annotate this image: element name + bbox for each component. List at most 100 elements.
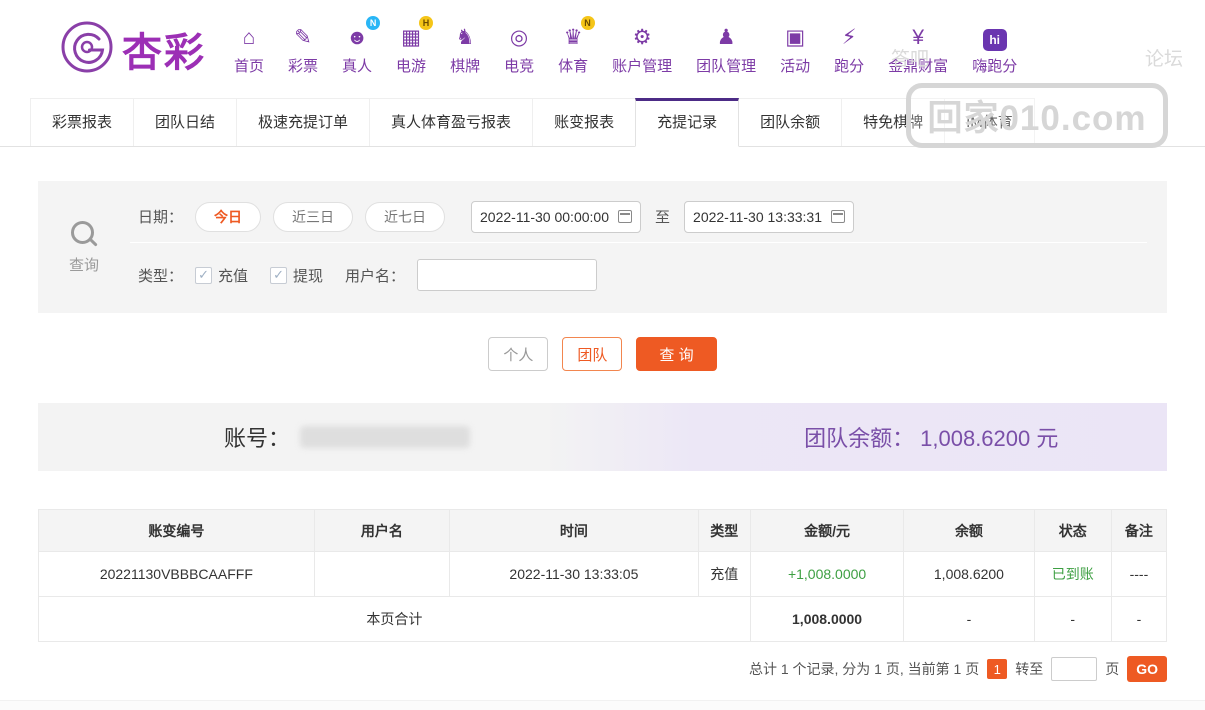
goto-label: 转至 [1015,661,1044,677]
col-change-id: 账变编号 [38,509,315,552]
goto-page-input[interactable] [1051,657,1098,681]
search-icon [70,220,98,248]
col-username: 用户名 [313,509,451,552]
cell-balance: 1,008.6200 [903,551,1035,597]
withdraw-checkbox-label: 提现 [293,267,324,285]
query-label: 查询 [68,256,99,274]
nav-item-esports[interactable]: ◎ 电竞 [492,23,546,76]
nav-item-account-management[interactable]: ⚙ 账户管理 [600,23,684,76]
nav-item-golden-wealth[interactable]: ¥ 金鼎财富 [876,23,960,76]
top-navigation: 杏彩 ⌂ 首页 ✎ 彩票 ☻ N 真人 ▦ H 电游 ♞ 棋牌 ◎ 电竞 ♛ N… [0,0,1205,148]
records-table: 账变编号 用户名 时间 类型 金额/元 余额 状态 备注 20221130VBB… [38,509,1168,642]
total-label-cell: 本页合计 [38,596,751,642]
go-button[interactable]: GO [1127,656,1167,682]
page-unit-label: 页 [1105,661,1120,677]
new-badge: N [366,15,381,30]
paofen-icon: ⚡ [841,25,857,49]
query-button[interactable]: 查 询 [636,337,717,371]
quick-today-button[interactable]: 今日 [195,201,262,232]
username-input[interactable] [417,259,598,291]
username-label: 用户名： [345,267,406,285]
account-management-icon: ⚙ [632,25,652,49]
table-header-row: 账变编号 用户名 时间 类型 金额/元 余额 状态 备注 [38,509,1168,552]
new-badge: N [580,15,595,30]
nav-item-sports[interactable]: ♛ N 体育 [546,15,600,76]
col-remark: 备注 [1110,509,1168,552]
type-filter-row: 类型： 充值 提现 用户名： [130,251,1147,299]
team-management-icon: ♟ [716,25,736,49]
cell-time: 2022-11-30 13:33:05 [449,551,699,597]
live-person-icon: ☻ N [346,15,381,51]
nav-item-hi-paofen[interactable]: hi 嗨跑分 [960,23,1029,76]
query-icon-block: 查询 [38,195,130,299]
quick-7days-button[interactable]: 近七日 [365,201,446,232]
to-label: 至 [655,209,671,226]
redacted-account-name [300,426,471,448]
activity-gift-icon: ▣ [785,25,806,49]
total-balance-cell: - [903,596,1035,642]
nav-item-chess[interactable]: ♞ 棋牌 [438,23,492,76]
brand-logo[interactable]: 杏彩 [60,20,206,79]
tab-live-sports-pnl[interactable]: 真人体育盈亏报表 [369,98,534,146]
team-balance-label: 团队余额： [804,426,915,451]
tab-team-daily[interactable]: 团队日结 [133,98,238,146]
col-type: 类型 [697,509,751,552]
electronic-games-icon: ▦ H [401,15,433,51]
home-icon: ⌂ [242,25,256,49]
logo-rose-icon [60,20,114,79]
total-status-cell: - [1033,596,1112,642]
date-filter-row: 日期： 今日 近三日 近七日 2022-11-30 00:00:00 至 202… [130,195,1147,243]
cell-change-id: 20221130VBBBCAAFFF [38,551,315,597]
col-amount: 金额/元 [749,509,905,552]
pagination-summary: 总计 1 个记录, 分为 1 页, 当前第 1 页 [748,661,980,677]
quick-3days-button[interactable]: 近三日 [273,201,354,232]
date-from-input[interactable]: 2022-11-30 00:00:00 [471,200,642,233]
tab-lottery-report[interactable]: 彩票报表 [30,98,135,146]
col-time: 时间 [449,509,699,552]
withdraw-checkbox[interactable] [270,266,288,284]
tab-fast-deposit-orders[interactable]: 极速充提订单 [236,98,371,146]
report-tabs: 彩票报表 团队日结 极速充提订单 真人体育盈亏报表 账变报表 充提记录 团队余额… [0,98,1205,147]
cell-amount: +1,008.0000 [749,551,905,597]
type-label: 类型： [138,267,184,285]
cell-remark: ---- [1110,551,1168,597]
hot-badge: H [418,15,433,30]
main-menu: ⌂ 首页 ✎ 彩票 ☻ N 真人 ▦ H 电游 ♞ 棋牌 ◎ 电竞 ♛ N 体育… [222,15,1029,76]
tab-special-chess[interactable]: 特免棋牌 [841,98,946,146]
cell-type: 充值 [697,551,751,597]
golden-wealth-icon: ¥ [912,25,925,49]
tab-team-balance[interactable]: 团队余额 [738,98,843,146]
esports-icon: ◎ [509,25,529,49]
cell-username [313,551,451,597]
nav-item-team-management[interactable]: ♟ 团队管理 [684,23,768,76]
personal-button[interactable]: 个人 [488,337,549,371]
nav-item-home[interactable]: ⌂ 首页 [222,23,276,76]
total-amount-cell: 1,008.0000 [749,596,905,642]
nav-item-lottery[interactable]: ✎ 彩票 [276,23,330,76]
nav-item-egames[interactable]: ▦ H 电游 [384,15,438,76]
team-balance-value: 1,008.6200 元 [920,426,1059,451]
account-summary-band: 账号： 团队余额： 1,008.6200 元 [38,403,1167,471]
logo-text: 杏彩 [122,31,206,75]
tab-account-change-report[interactable]: 账变报表 [532,98,637,146]
records-table-wrap: 账变编号 用户名 时间 类型 金额/元 余额 状态 备注 20221130VBB… [38,509,1168,642]
action-buttons-row: 个人 团队 查 询 [0,337,1205,371]
deposit-checkbox[interactable] [195,266,213,284]
nav-item-activity[interactable]: ▣ 活动 [768,23,822,76]
sports-trophy-icon: ♛ N [564,15,595,51]
current-page-button[interactable]: 1 [987,659,1008,679]
tab-deposit-withdraw-records[interactable]: 充提记录 [635,98,740,147]
table-row: 20221130VBBBCAAFFF 2022-11-30 13:33:05 充… [38,551,1168,597]
team-button[interactable]: 团队 [562,337,623,371]
nav-item-paofen[interactable]: ⚡ 跑分 [822,23,876,76]
deposit-checkbox-label: 充值 [218,267,249,285]
col-status: 状态 [1033,509,1112,552]
tab-im-sports[interactable]: IM体育 [944,98,1035,146]
col-balance: 余额 [903,509,1035,552]
date-to-input[interactable]: 2022-11-30 13:33:31 [684,200,855,233]
calendar-icon [831,210,846,223]
table-total-row: 本页合计 1,008.0000 - - - [38,596,1168,642]
hi-paofen-icon: hi [982,23,1007,51]
nav-item-live[interactable]: ☻ N 真人 [330,15,384,76]
footer-strip [0,700,1205,710]
